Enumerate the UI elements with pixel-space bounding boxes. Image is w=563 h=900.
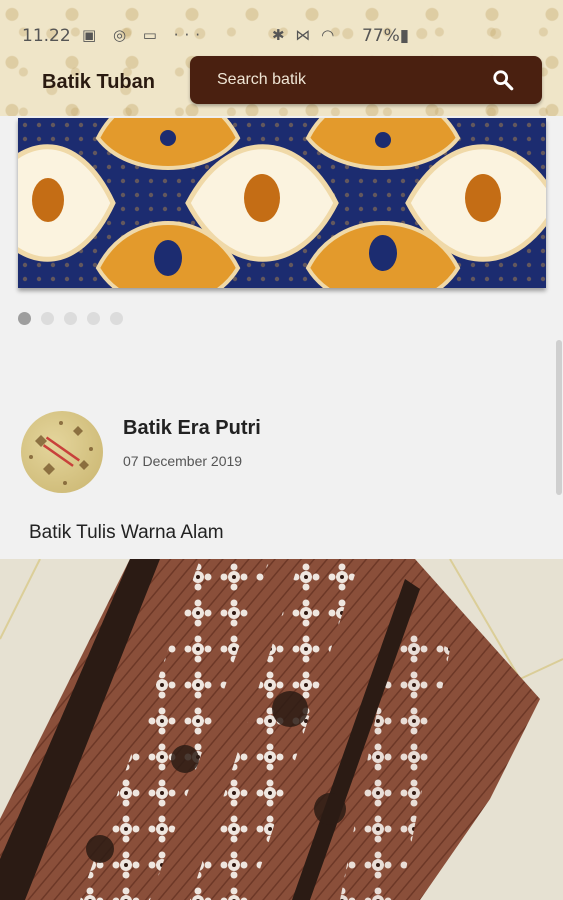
search-bar[interactable]: Search batik — [190, 56, 542, 104]
shop-avatar[interactable] — [21, 411, 103, 493]
product-photo[interactable] — [0, 559, 563, 900]
battery-indicator: 77%▮ — [362, 26, 410, 46]
app-title: Batik Tuban — [42, 71, 155, 93]
status-time: 11.22 — [22, 26, 71, 46]
batik-cloth-image — [0, 559, 563, 900]
connectivity-icons: ✱ ⋈ ◠ — [272, 26, 338, 44]
notification-icons: ▣ ◎ ▭ ··· — [82, 26, 207, 44]
carousel-dot-5[interactable] — [110, 312, 123, 325]
carousel-banner-image[interactable] — [18, 118, 546, 288]
carousel-indicator — [18, 312, 133, 326]
carousel-dot-4[interactable] — [87, 312, 100, 325]
post-date: 07 December 2019 — [123, 453, 243, 469]
carousel-dot-1[interactable] — [18, 312, 31, 325]
shop-logo-image — [29, 421, 93, 485]
scrollbar-thumb[interactable] — [556, 340, 562, 495]
carousel-dot-2[interactable] — [41, 312, 54, 325]
post-title[interactable]: Batik Tulis Warna Alam — [29, 522, 224, 544]
search-icon[interactable] — [492, 69, 514, 91]
shop-name[interactable]: Batik Era Putri — [123, 417, 261, 440]
search-placeholder: Search batik — [217, 71, 306, 88]
carousel-dot-3[interactable] — [64, 312, 77, 325]
batik-pattern-image — [18, 118, 546, 288]
